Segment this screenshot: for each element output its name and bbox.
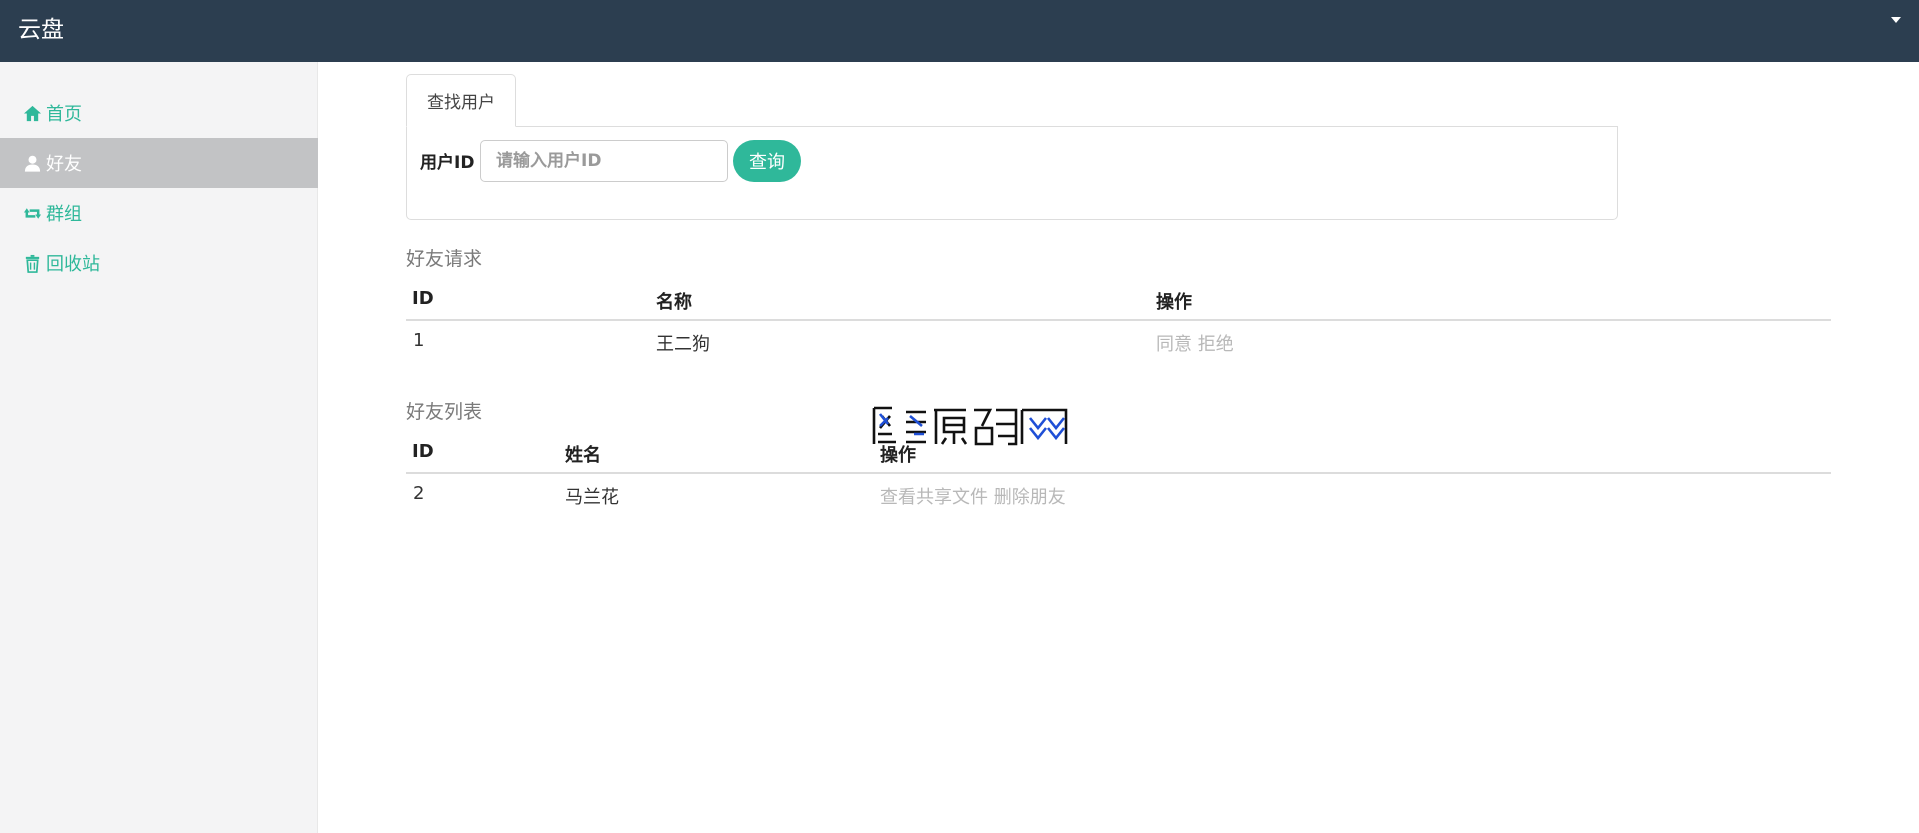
retweet-icon xyxy=(23,207,42,219)
top-navbar: 云盘 xyxy=(0,0,1919,62)
friend-row-name: 马兰花 xyxy=(565,487,619,508)
column-header-name: 姓名 xyxy=(565,445,601,466)
column-header-id: ID xyxy=(412,288,434,309)
watermark-logo xyxy=(872,406,1068,446)
sidebar: 首页 好友 群组 回收站 xyxy=(0,62,318,833)
request-row-actions: 同意 拒绝 xyxy=(1156,330,1234,356)
user-id-label: 用户ID xyxy=(420,153,475,173)
request-row-name: 王二狗 xyxy=(656,334,710,355)
view-shared-files-link[interactable]: 查看共享文件 xyxy=(880,487,988,508)
search-button[interactable]: 查询 xyxy=(733,140,801,182)
column-header-id: ID xyxy=(412,441,434,462)
column-header-name: 名称 xyxy=(656,292,692,313)
table-header-divider xyxy=(406,472,1831,474)
sidebar-item-label: 群组 xyxy=(46,204,82,225)
tab-find-user[interactable]: 查找用户 xyxy=(406,74,516,127)
sidebar-item-trash[interactable]: 回收站 xyxy=(0,238,318,288)
sidebar-item-friends[interactable]: 好友 xyxy=(0,138,318,188)
accept-request-link[interactable]: 同意 xyxy=(1156,334,1192,355)
friend-row-actions: 查看共享文件 删除朋友 xyxy=(880,483,1066,509)
sidebar-item-label: 回收站 xyxy=(46,254,100,275)
column-header-actions: 操作 xyxy=(1156,292,1192,313)
delete-friend-link[interactable]: 删除朋友 xyxy=(994,487,1066,508)
sidebar-item-home[interactable]: 首页 xyxy=(0,88,318,138)
trash-icon xyxy=(25,254,40,273)
sidebar-item-label: 好友 xyxy=(46,154,82,175)
table-header-divider xyxy=(406,319,1831,321)
user-id-input[interactable] xyxy=(480,140,728,182)
reject-request-link[interactable]: 拒绝 xyxy=(1198,334,1234,355)
request-row-id: 1 xyxy=(413,330,425,351)
app-title[interactable]: 云盘 xyxy=(18,16,64,44)
friend-list-title: 好友列表 xyxy=(406,401,483,423)
sidebar-item-label: 首页 xyxy=(46,104,82,125)
sidebar-item-groups[interactable]: 群组 xyxy=(0,188,318,238)
dropdown-caret-icon[interactable] xyxy=(1891,17,1901,23)
home-icon xyxy=(23,105,42,121)
user-icon xyxy=(24,155,41,172)
friend-row-id: 2 xyxy=(413,483,425,504)
friend-requests-title: 好友请求 xyxy=(406,248,483,270)
